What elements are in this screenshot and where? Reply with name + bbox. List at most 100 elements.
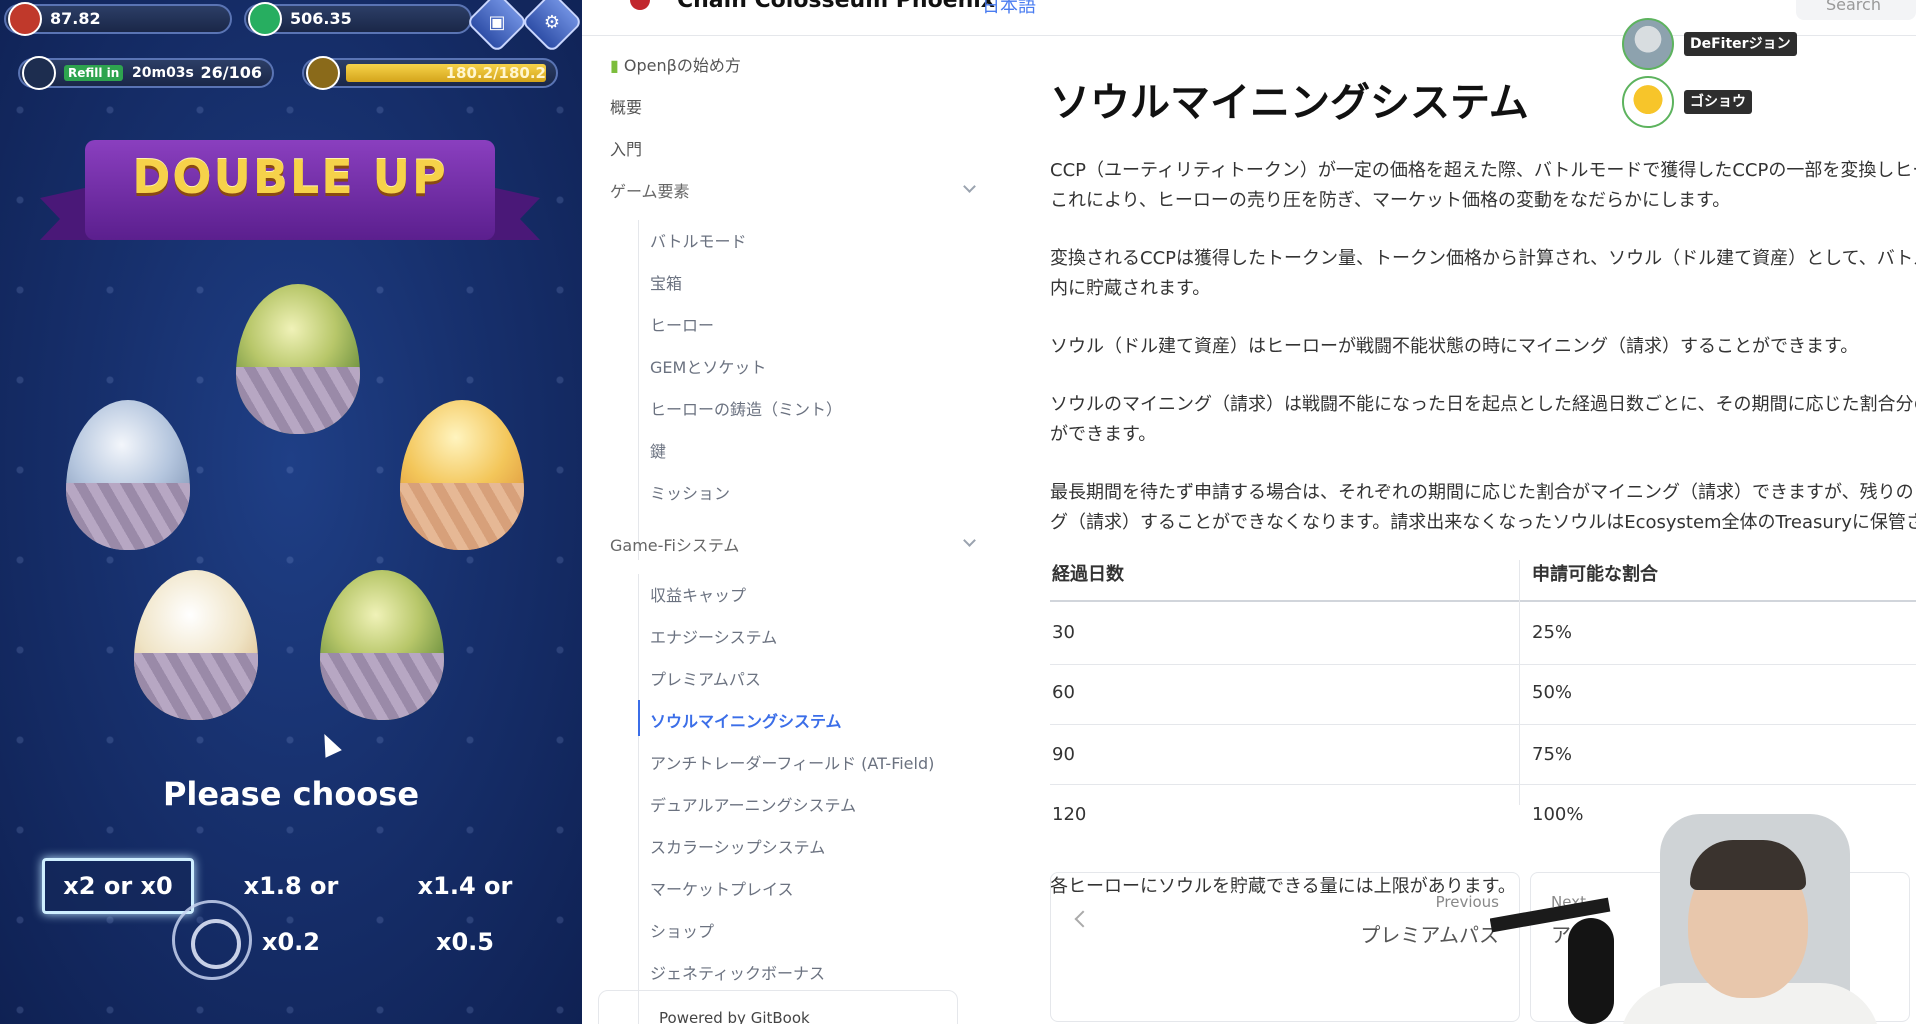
chevron-down-icon[interactable] <box>963 180 976 193</box>
hud-stat-2-value: 506.35 <box>290 9 352 28</box>
hud-stat-1-value: 87.82 <box>50 9 101 28</box>
table-cell-days: 90 <box>1052 744 1075 765</box>
sidebar-item-scholarship[interactable]: スカラーシップシステム <box>650 834 825 858</box>
table-header-days: 経過日数 <box>1052 564 1124 585</box>
paragraph-5b: グ（請求）することができなくなります。請求出来なくなったソウルはEcosyste… <box>1050 512 1916 533</box>
wallet-icon: ▣ <box>488 11 506 33</box>
sidebar-item-mint[interactable]: ヒーローの鋳造（ミント） <box>650 396 842 420</box>
sidebar-item-earn-cap[interactable]: 収益キャップ <box>650 582 746 606</box>
paragraph-5a: 最長期間を待たず申請する場合は、それぞれの期間に応じた割合がマイニング（請求）で… <box>1050 482 1916 503</box>
token-icon <box>248 2 282 36</box>
viewer-name-tag: ゴショウ <box>1684 90 1752 114</box>
sidebar-item-shop[interactable]: ショップ <box>650 918 714 942</box>
egg-bottom-left[interactable] <box>134 570 258 720</box>
energy-bar: Refill in 20m03s 26/106 <box>18 56 274 90</box>
energy-count: 26/106 <box>200 63 262 82</box>
table-header-divider <box>1050 600 1916 602</box>
site-title[interactable]: Chain Colosseum Phoenix <box>677 0 995 13</box>
table-cell-ratio: 50% <box>1532 682 1573 703</box>
egg-scales <box>236 366 360 434</box>
chevron-down-icon[interactable] <box>963 534 976 547</box>
sidebar-item-premium-pass[interactable]: プレミアムパス <box>650 666 761 690</box>
streamer-hair <box>1690 840 1806 890</box>
search-input[interactable]: Search <box>1796 0 1916 20</box>
paragraph-2a: 変換されるCCPは獲得したトークン量、トークン価格から計算され、ソウル（ドル建て… <box>1050 248 1916 269</box>
sidebar-item-chest[interactable]: 宝箱 <box>650 270 682 294</box>
paragraph-1a: CCP（ユーティリティトークン）が一定の価格を超えた際、バトルモードで獲得したC… <box>1050 160 1916 181</box>
sidebar-item-openbeta[interactable]: ▮ Openβの始め方 <box>610 52 741 76</box>
table-cell-days: 120 <box>1052 804 1087 825</box>
site-logo-icon[interactable] <box>630 0 650 10</box>
table-cell-days: 60 <box>1052 682 1075 703</box>
egg-bottom-right[interactable] <box>320 570 444 720</box>
beginner-mark-icon: ▮ <box>610 56 619 75</box>
refill-label: Refill in <box>64 65 124 81</box>
hud-stat-1: 87.82 <box>4 2 232 36</box>
sidebar-item-overview[interactable]: 概要 <box>610 94 642 118</box>
powered-by-gitbook[interactable]: Powered by GitBook <box>598 990 958 1024</box>
paragraph-4b: ができます。 <box>1050 424 1157 445</box>
gauge-bar: 180.2/180.2 <box>302 56 558 90</box>
previous-page-card[interactable]: Previous プレミアムパス <box>1050 872 1520 1022</box>
gear-icon: ⚙ <box>543 11 561 33</box>
microphone-icon <box>1568 918 1614 1024</box>
docs-header: Chain Colosseum Phoenix 日本語 Search <box>582 0 1916 36</box>
sidebar-tree-line <box>638 220 639 560</box>
paragraph-2b: 内に貯蔵されます。 <box>1050 278 1211 299</box>
page-title: ソウルマイニングシステム <box>1050 80 1529 126</box>
table-cell-ratio: 25% <box>1532 622 1573 643</box>
sidebar-item-mission[interactable]: ミッション <box>650 480 730 504</box>
table-cell-ratio: 75% <box>1532 744 1573 765</box>
table-row-divider <box>1050 664 1916 665</box>
sidebar-item-key[interactable]: 鍵 <box>650 438 666 462</box>
egg-scales <box>66 482 190 550</box>
sidebar-group-game-elements[interactable]: ゲーム要素 <box>610 178 690 202</box>
choice-x2[interactable]: x2 or x0 <box>42 858 194 914</box>
egg-right[interactable] <box>400 400 524 550</box>
egg-scales <box>134 652 258 720</box>
sidebar-item-at-field[interactable]: アンチトレーダーフィールド (AT-Field) <box>650 750 934 774</box>
language-link[interactable]: 日本語 <box>982 0 1036 18</box>
sidebar-tree-line <box>638 574 639 1024</box>
game-panel: 87.82 506.35 ▣ ⚙ Refill in 20m03s 26/106… <box>0 0 582 1024</box>
sidebar-item-genetic-bonus[interactable]: ジェネティックボーナス <box>650 960 825 984</box>
table-row-divider <box>1050 784 1916 785</box>
sidebar-item-hero[interactable]: ヒーロー <box>650 312 714 336</box>
chevron-left-icon <box>1074 910 1092 928</box>
previous-title: プレミアムパス <box>1360 923 1499 947</box>
table-row-divider <box>1050 724 1916 725</box>
paragraph-3: ソウル（ドル建て資産）はヒーローが戦闘不能状態の時にマイニング（請求）することが… <box>1050 336 1859 357</box>
sidebar-group-gamefi[interactable]: Game-Fiシステム <box>610 532 739 556</box>
egg-scales <box>400 482 524 550</box>
sidebar-item-dual-earning[interactable]: デュアルアーニングシステム <box>650 792 856 816</box>
lightning-icon <box>22 56 56 90</box>
refill-time: 20m03s <box>132 65 194 81</box>
webcam-overlay <box>1490 808 1916 1024</box>
egg-left[interactable] <box>66 400 190 550</box>
viewer-avatar <box>1622 76 1674 128</box>
sidebar-item-gem[interactable]: GEMとソケット <box>650 354 766 378</box>
sidebar-item-marketplace[interactable]: マーケットプレイス <box>650 876 794 900</box>
double-up-banner: DOUBLE UP <box>40 130 540 260</box>
egg-scales <box>320 652 444 720</box>
choice-x1-4[interactable]: x1.4 or x0.5 <box>380 858 550 956</box>
sidebar-item-soul-mining[interactable]: ソウルマイニングシステム <box>650 708 842 732</box>
table-column-divider <box>1519 560 1520 805</box>
paragraph-4a: ソウルのマイニング（請求）は戦闘不能になった日を起点とした経過日数ごとに、その期… <box>1050 394 1916 415</box>
viewer-name-tag: DeFiterジョン <box>1684 32 1797 56</box>
sidebar-item-intro[interactable]: 入門 <box>610 136 642 160</box>
sidebar-item-battle[interactable]: バトルモード <box>650 228 746 252</box>
hud-stat-2: 506.35 <box>244 2 472 36</box>
sidebar-active-indicator <box>638 700 640 736</box>
joystick-ring[interactable] <box>172 900 252 980</box>
sidebar-item-energy[interactable]: エナジーシステム <box>650 624 777 648</box>
character-icon <box>8 2 42 36</box>
screen: 87.82 506.35 ▣ ⚙ Refill in 20m03s 26/106… <box>0 0 1916 1024</box>
paragraph-1b: これにより、ヒーローの売り圧を防ぎ、マーケット価格の変動をなだらかにします。 <box>1050 190 1731 211</box>
viewer-avatar <box>1622 18 1674 70</box>
table-header-ratio: 申請可能な割合 <box>1532 564 1658 585</box>
choose-prompt: Please choose <box>162 775 420 813</box>
coin-icon <box>306 56 340 90</box>
gauge-value: 180.2/180.2 <box>445 64 546 82</box>
egg-top[interactable] <box>236 284 360 434</box>
